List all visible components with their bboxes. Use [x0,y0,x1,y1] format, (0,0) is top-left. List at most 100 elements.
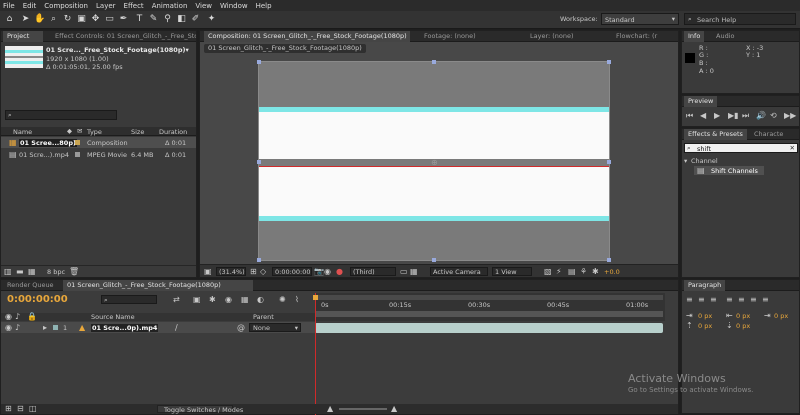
first-line-indent-value[interactable]: 0 px [774,312,788,320]
align-left-icon[interactable]: ≡ [686,295,693,304]
space-before-value[interactable]: 0 px [698,322,712,330]
transform-handle[interactable] [432,60,436,64]
comp-breadcrumb[interactable]: 01 Screen_Glitch_-_Free_Stock_Footage(10… [204,44,366,53]
menu-composition[interactable]: Composition [44,2,88,10]
in-out-pane-icon[interactable]: ◫ [29,404,37,413]
menu-file[interactable]: File [3,2,15,10]
tab-effects-presets[interactable]: Effects & Presets [684,129,747,140]
ram-preview-icon[interactable]: ▶▶ [784,111,796,120]
new-folder-icon[interactable]: ▬ [16,267,24,276]
mute-audio-icon[interactable]: 🔊 [756,111,766,120]
safe-margins-icon[interactable]: ⊞ [250,267,257,276]
effects-category[interactable]: Channel [691,157,718,165]
label-swatch[interactable] [75,140,80,145]
puppet-tool-icon[interactable]: ✦ [206,14,217,25]
current-time-display[interactable]: 0:00:00:00 [272,267,312,276]
tab-character[interactable]: Characte [750,129,790,140]
channel-icon[interactable]: ● [336,267,343,276]
brush-tool-icon[interactable]: ✎ [148,14,159,25]
trash-icon[interactable]: 🗑 [69,267,79,276]
transform-handle[interactable] [607,258,611,262]
audio-icon[interactable]: ♪ [15,323,20,332]
motion-blur-icon[interactable]: ◐ [257,295,264,304]
first-frame-icon[interactable]: ⏮ [686,111,693,120]
menu-edit[interactable]: Edit [23,2,37,10]
home-icon[interactable]: ⌂ [4,14,15,25]
table-row[interactable]: ◉ ♪ ▸ 1 ▲ 01 Scre...0p).mp4 ∕ @ None ▾ [1,322,315,333]
label-swatch[interactable] [53,325,58,330]
play-icon[interactable]: ▶ [714,111,720,120]
eraser-tool-icon[interactable]: ◧ [176,14,187,25]
expand-triangle-icon[interactable]: ▸ [43,323,47,332]
zoom-out-icon[interactable]: ▲ [327,404,333,413]
col-source-name[interactable]: Source Name [91,313,135,321]
disclosure-triangle-icon[interactable]: ▾ [684,157,687,165]
interpret-footage-icon[interactable]: ▥ [4,267,12,276]
tab-preview[interactable]: Preview [684,96,718,107]
zoom-tool-icon[interactable]: ⌕ [48,14,59,25]
layer-clip-bar[interactable] [315,323,663,333]
type-tool-icon[interactable]: T [134,14,145,25]
eye-icon[interactable]: ◉ [5,323,12,332]
transform-handle[interactable] [257,258,261,262]
tab-effect-controls[interactable]: Effect Controls: 01 Screen_Glitch_-_Free… [51,31,196,42]
time-ruler[interactable]: 0s 00:15s 00:30s 00:45s 01:00s [315,293,665,321]
camera-select[interactable]: Active Camera [430,267,488,276]
fast-previews-icon[interactable]: ⚡ [556,267,562,276]
label-swatch[interactable] [75,152,80,157]
flowchart-icon[interactable]: ⚘ [580,267,587,276]
playhead[interactable] [315,293,316,415]
view-layout-select[interactable]: 1 View [492,267,532,276]
menu-window[interactable]: Window [220,2,248,10]
modes-pane-icon[interactable]: ⊟ [17,404,24,413]
mask-visibility-icon[interactable]: ◇ [260,267,266,276]
align-right-icon[interactable]: ≡ [710,295,717,304]
layer-name[interactable]: 01 Scre...0p).mp4 [91,324,159,332]
roto-brush-tool-icon[interactable]: ✐ [190,14,201,25]
menu-help[interactable]: Help [256,2,272,10]
clear-icon[interactable]: ✕ [790,144,795,152]
selection-tool-icon[interactable]: ➤ [20,14,31,25]
col-parent[interactable]: Parent [253,313,274,321]
effect-item[interactable]: ▤ Shift Channels [694,166,764,175]
col-name[interactable]: Name [13,128,32,136]
pickwhip-icon[interactable]: @ [237,323,245,332]
show-snapshot-icon[interactable]: ◉ [324,267,331,276]
col-size[interactable]: Size [131,128,144,136]
project-search-input[interactable]: ⌕ [5,110,117,120]
workspace-select[interactable]: Standard ▾ [601,13,679,25]
pen-tool-icon[interactable]: ✒ [118,14,129,25]
snapshot-icon[interactable]: 📷 [314,267,324,276]
justify-right-icon[interactable]: ≡ [750,295,757,304]
zoom-slider[interactable] [339,408,387,410]
live-update-icon[interactable]: ▣ [193,295,201,304]
list-item[interactable]: ▤ 01 Scre...).mp4 MPEG Movie 6.4 MB Δ 0:… [1,149,196,160]
anchor-point-icon[interactable]: ⊕ [431,158,438,167]
last-frame-icon[interactable]: ⏭ [742,111,749,120]
bpc-label[interactable]: 8 bpc [47,268,65,276]
zoom-in-icon[interactable]: ▲ [391,404,397,413]
clone-stamp-tool-icon[interactable]: ⚲ [162,14,173,25]
camera-tool-icon[interactable]: ▣ [76,14,87,25]
list-item[interactable]: ▦ 01 Scree...80p) Composition Δ 0:01 [1,137,196,148]
justify-center-icon[interactable]: ≡ [738,295,745,304]
align-center-icon[interactable]: ≡ [698,295,705,304]
menu-animation[interactable]: Animation [152,2,188,10]
comp-viewer[interactable]: ⊕ [257,60,611,262]
comp-mini-flowchart-icon[interactable]: ⇄ [173,295,180,304]
transparency-grid-icon[interactable]: ▦ [410,267,418,276]
region-of-interest-icon[interactable]: ▭ [400,267,408,276]
justify-all-icon[interactable]: ≡ [762,295,769,304]
new-comp-icon[interactable]: ▦ [28,267,36,276]
timeline-search-input[interactable]: ⌕ [101,295,157,304]
shy-switch-icon[interactable]: ∕ [175,323,178,332]
pan-behind-tool-icon[interactable]: ✥ [90,14,101,25]
draft-3d-icon[interactable]: ✱ [209,295,216,304]
tab-info[interactable]: Info [684,31,705,42]
justify-left-icon[interactable]: ≡ [726,295,733,304]
graph-editor-icon[interactable]: ⌇ [295,295,299,304]
menu-effect[interactable]: Effect [124,2,144,10]
search-help-field[interactable]: ⌕ Search Help [684,13,796,25]
tab-timeline-comp[interactable]: 01 Screen_Glitch_-_Free_Stock_Footage(10… [63,280,253,291]
timeline-icon[interactable]: ▤ [568,267,576,276]
